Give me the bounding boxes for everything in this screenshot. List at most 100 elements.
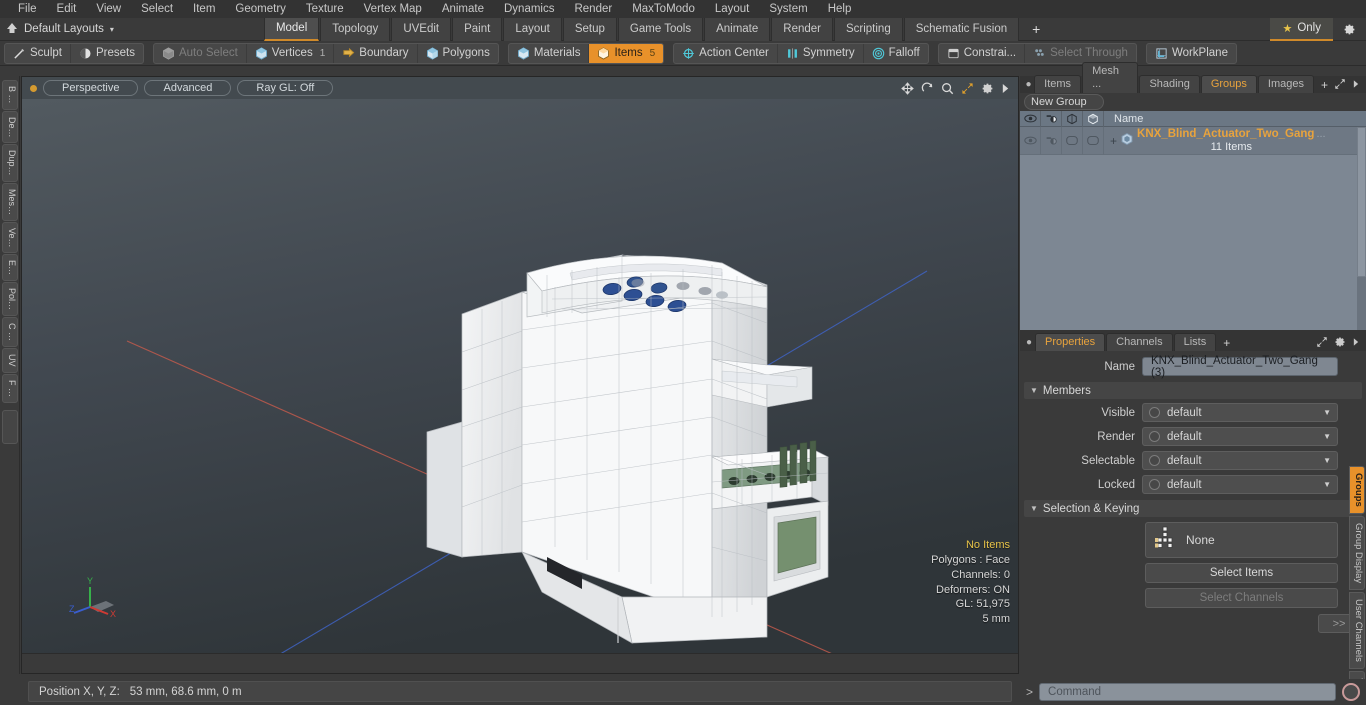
tab-render[interactable]: Render	[771, 17, 833, 41]
menu-item-layout[interactable]: Layout	[705, 0, 760, 18]
tool-sculpt[interactable]: Sculpt	[5, 43, 71, 63]
tool-polygons[interactable]: Polygons	[418, 44, 498, 63]
left-tab-5[interactable]: E…	[2, 254, 18, 282]
home-icon[interactable]	[0, 22, 24, 37]
tab-layout[interactable]: Layout	[503, 17, 562, 41]
viewport-menu-dot[interactable]	[30, 84, 37, 92]
menu-item-dynamics[interactable]: Dynamics	[494, 0, 564, 18]
row-shade-toggle[interactable]	[1083, 126, 1104, 155]
viewport-projection-selector[interactable]: Perspective	[43, 80, 139, 96]
layout-selector-label[interactable]: Default Layouts	[24, 23, 108, 35]
tool-auto-select[interactable]: Auto Select	[154, 43, 247, 63]
rtab-images[interactable]: Images	[1257, 75, 1314, 93]
row-expander[interactable]: +	[1110, 134, 1117, 148]
menu-item-help[interactable]: Help	[818, 0, 862, 18]
tab-animate[interactable]: Animate	[704, 17, 771, 41]
tab-setup[interactable]: Setup	[562, 17, 617, 41]
left-tab-8[interactable]: UV	[2, 348, 18, 373]
ptab-properties[interactable]: Properties	[1035, 333, 1106, 351]
row-eye-icon[interactable]	[1020, 126, 1041, 155]
group-list-scrollbar[interactable]	[1357, 127, 1366, 330]
eye-icon[interactable]	[1020, 110, 1041, 127]
menu-item-texture[interactable]: Texture	[296, 0, 354, 18]
wire-icon[interactable]	[1062, 110, 1083, 127]
group-list-body[interactable]: + KNX_Blind_Actuator_Two_Gang... 11 Item…	[1020, 126, 1366, 330]
render-icon[interactable]	[1041, 110, 1062, 127]
fit-icon[interactable]	[961, 82, 974, 95]
row-name-cell[interactable]: + KNX_Blind_Actuator_Two_Gang... 11 Item…	[1104, 128, 1366, 154]
menu-item-edit[interactable]: Edit	[47, 0, 87, 18]
select-channels-button[interactable]: Select Channels	[1145, 588, 1338, 608]
add-panel-tab-button[interactable]: +	[1315, 77, 1334, 93]
rtab-groups[interactable]: Groups	[1200, 75, 1257, 93]
viewport-3d-canvas[interactable]: No Items Polygons : Face Channels: 0 Def…	[22, 99, 1018, 653]
properties-menu-dot[interactable]: ●	[1023, 334, 1035, 351]
add-properties-tab-button[interactable]: +	[1217, 335, 1236, 351]
tool-select-through[interactable]: Select Through	[1025, 44, 1136, 63]
table-row[interactable]: + KNX_Blind_Actuator_Two_Gang... 11 Item…	[1020, 126, 1366, 155]
tool-boundary[interactable]: Boundary	[334, 43, 418, 63]
menu-item-system[interactable]: System	[759, 0, 817, 18]
left-tab-0[interactable]: B …	[2, 80, 18, 110]
tool-constraint[interactable]: Constrai...	[939, 43, 1026, 63]
menu-item-file[interactable]: File	[8, 0, 47, 18]
zoom-icon[interactable]	[941, 82, 954, 95]
tab-model[interactable]: Model	[263, 17, 320, 41]
rtab-mesh[interactable]: Mesh ...	[1082, 62, 1139, 93]
ptab-channels[interactable]: Channels	[1106, 333, 1173, 351]
gear-icon[interactable]	[1333, 18, 1366, 41]
command-input[interactable]: Command	[1039, 683, 1336, 701]
side-tab-group-display[interactable]: Group Display	[1349, 515, 1365, 590]
row-wire-toggle[interactable]	[1062, 126, 1083, 155]
chevron-down-icon[interactable]: ▾	[110, 25, 114, 34]
menu-item-view[interactable]: View	[86, 0, 131, 18]
move-icon[interactable]	[901, 81, 914, 95]
left-tab-2[interactable]: Dup…	[2, 144, 18, 182]
left-tab-6[interactable]: Pol…	[2, 282, 18, 317]
tool-workplane[interactable]: WorkPlane	[1147, 44, 1236, 63]
selectable-dropdown[interactable]: default ▼	[1142, 451, 1338, 470]
viewport-shading-selector[interactable]: Advanced	[144, 80, 232, 96]
menu-item-animate[interactable]: Animate	[432, 0, 494, 18]
menu-item-render[interactable]: Render	[564, 0, 622, 18]
left-tab-1[interactable]: De…	[2, 110, 18, 144]
tab-scripting[interactable]: Scripting	[833, 17, 903, 41]
expand-icon[interactable]	[1316, 336, 1328, 351]
render-dropdown[interactable]: default ▼	[1142, 427, 1338, 446]
tab-paint[interactable]: Paint	[452, 17, 503, 41]
side-tab-groups[interactable]: Groups	[1349, 466, 1365, 514]
gear-icon[interactable]	[1334, 336, 1346, 351]
menu-item-geometry[interactable]: Geometry	[225, 0, 296, 18]
selection-keying-section-header[interactable]: ▼ Selection & Keying	[1024, 500, 1362, 517]
play-icon[interactable]	[1001, 82, 1010, 95]
tool-items[interactable]: Items 5	[589, 43, 664, 63]
menu-item-item[interactable]: Item	[183, 0, 225, 18]
only-toggle[interactable]: ★ Only	[1270, 17, 1333, 41]
menu-item-maxtomodo[interactable]: MaxToModo	[622, 0, 705, 18]
selection-set-picker[interactable]: None	[1145, 522, 1338, 558]
name-field[interactable]: KNX_Blind_Actuator_Two_Gang (3)	[1142, 355, 1338, 379]
gear-icon[interactable]	[981, 82, 994, 95]
tool-vertices[interactable]: Vertices 1	[247, 43, 335, 63]
rotate-icon[interactable]	[921, 82, 934, 95]
viewport-raygl-selector[interactable]: Ray GL: Off	[237, 80, 334, 96]
menu-item-vertex-map[interactable]: Vertex Map	[354, 0, 432, 18]
side-tab-user-channels[interactable]: User Channels	[1349, 591, 1365, 669]
left-tab-3[interactable]: Mes…	[2, 182, 18, 221]
group-list-scroll-thumb[interactable]	[1357, 127, 1366, 277]
rtab-items[interactable]: Items	[1034, 75, 1082, 93]
expand-icon[interactable]	[1334, 78, 1346, 93]
left-tab-7[interactable]: C …	[2, 317, 18, 348]
tool-falloff[interactable]: Falloff	[864, 44, 928, 63]
play-icon[interactable]	[1352, 79, 1360, 92]
tool-materials[interactable]: Materials	[509, 43, 590, 63]
add-tab-button[interactable]: +	[1020, 18, 1052, 41]
members-section-header[interactable]: ▼ Members	[1024, 382, 1362, 399]
new-group-button[interactable]: New Group	[1024, 94, 1104, 110]
panel-menu-dot[interactable]: ●	[1023, 76, 1034, 93]
tab-topology[interactable]: Topology	[320, 17, 391, 41]
tab-schematic-fusion[interactable]: Schematic Fusion	[903, 17, 1020, 41]
row-render-icon[interactable]	[1041, 126, 1062, 155]
tab-uvedit[interactable]: UVEdit	[391, 17, 452, 41]
menu-item-select[interactable]: Select	[131, 0, 183, 18]
